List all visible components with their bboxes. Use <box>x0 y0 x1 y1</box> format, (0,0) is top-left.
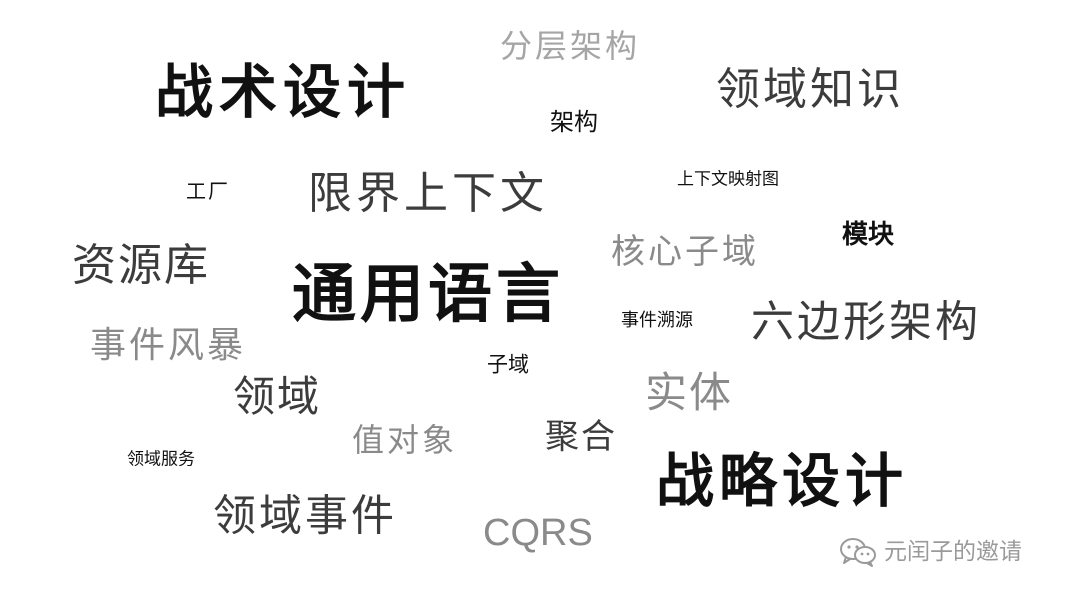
word-mokuai: 模块 <box>842 220 895 250</box>
word-tongyong-yuyan: 通用语言 <box>292 258 564 332</box>
watermark-text: 元闰子的邀请 <box>884 538 1022 565</box>
word-liubianxing-jiagou: 六边形架构 <box>751 297 981 348</box>
word-gongchang: 工厂 <box>186 179 230 203</box>
word-fenceng-jiagou: 分层架构 <box>500 27 641 65</box>
word-xianjie-shangxiawen: 限界上下文 <box>308 168 548 219</box>
word-hexin-ziyu: 核心子域 <box>611 232 759 272</box>
word-lingyu-shijian: 领域事件 <box>213 491 397 542</box>
word-lingyu: 领域 <box>233 372 322 421</box>
word-shijian-fengbao: 事件风暴 <box>90 325 247 366</box>
word-cloud: 分层架构 战术设计 领域知识 架构 工厂 限界上下文 上下文映射图 模块 资源库… <box>0 0 1080 599</box>
word-zhanlue-sheji: 战略设计 <box>656 447 909 515</box>
watermark: 元闰子的邀请 <box>838 536 1022 568</box>
word-lingyu-fuwu: 领域服务 <box>127 449 195 470</box>
word-lingyu-zhishi: 领域知识 <box>716 64 904 115</box>
wechat-icon <box>838 536 878 568</box>
word-ziyuanku: 资源库 <box>72 240 210 291</box>
word-shiti: 实体 <box>645 368 734 417</box>
word-shangxiawen-yingshetu: 上下文映射图 <box>677 169 779 190</box>
word-juhe: 聚合 <box>545 417 617 457</box>
word-zhiduixiang: 值对象 <box>352 421 458 459</box>
word-zhanshu-sheji: 战术设计 <box>155 58 412 126</box>
word-jiagou: 架构 <box>550 108 598 136</box>
word-shijian-suyuan: 事件溯源 <box>621 310 693 331</box>
word-ziyu: 子域 <box>487 352 529 377</box>
word-cqrs: CQRS <box>483 512 593 554</box>
